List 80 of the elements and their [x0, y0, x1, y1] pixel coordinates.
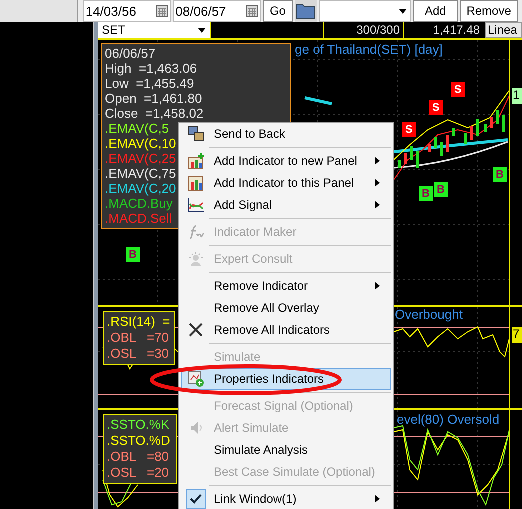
sell-signal-marker: S: [429, 100, 443, 115]
indicator-value: Low =1,455.49: [105, 76, 194, 91]
indicator-value: .EMAV(C,10: [105, 136, 176, 151]
indicator-value: .SSTO.%K: [107, 417, 170, 433]
indicator-value: High =1,463.06: [105, 61, 198, 76]
indicator-value: .OSL =20: [107, 465, 170, 481]
calendar-icon[interactable]: [156, 5, 168, 17]
candlestick: [416, 151, 419, 168]
menu-item[interactable]: Remove All Indicators: [181, 319, 391, 341]
function-icon: [188, 224, 204, 240]
bar-chart-plus-icon: [188, 153, 204, 169]
candlestick: [496, 110, 499, 124]
indicator-value: Close =1,458.02: [105, 106, 204, 121]
buy-signal-marker: B: [419, 186, 433, 201]
menu-item[interactable]: Remove All Overlay: [181, 297, 391, 319]
buy-signal-marker: B: [493, 167, 507, 182]
candlestick: [434, 137, 437, 148]
indicator-value: .RSI(14) =: [107, 314, 170, 330]
candlestick: [490, 117, 493, 128]
scale-mode-button[interactable]: Linea: [485, 22, 522, 38]
menu-item[interactable]: Link Window(1): [181, 488, 391, 509]
indicator-value: .OBL =70: [107, 330, 170, 346]
buy-signal-marker: B: [434, 182, 448, 197]
indicator-value: Open =1,461.80: [105, 91, 202, 106]
end-date-field[interactable]: 08/06/57: [172, 0, 260, 22]
indicator-value: .OBL =80: [107, 449, 170, 465]
candlestick: [476, 119, 479, 136]
indicator-value: .EMAV(C,5: [105, 121, 170, 136]
sparkle-icon: [188, 251, 204, 267]
panel-title: evel(80) Oversold: [397, 412, 500, 427]
menu-item[interactable]: Add Signal: [181, 194, 391, 216]
candlestick: [428, 144, 431, 152]
candlestick: [464, 133, 467, 144]
folder-icon[interactable]: [295, 0, 318, 22]
caret-icon: [198, 28, 206, 32]
sell-signal-marker: S: [451, 82, 465, 97]
panel-title: Overbought: [395, 307, 463, 322]
properties-icon: [188, 371, 204, 387]
start-date-field[interactable]: 14/03/56: [82, 0, 171, 22]
menu-item[interactable]: Remove Indicator: [181, 275, 391, 297]
indicator-value: .OSL =30: [107, 346, 170, 362]
indicator-value: .EMAV(C,75: [105, 166, 176, 181]
candlestick: [404, 153, 407, 164]
menu-item[interactable]: Add Indicator to new Panel: [181, 150, 391, 172]
speaker-icon: [188, 420, 204, 436]
indicator-value: 06/06/57: [105, 46, 156, 61]
candlestick: [484, 124, 487, 132]
menu-item[interactable]: Simulate Analysis: [181, 439, 391, 461]
candlestick: [452, 128, 455, 136]
moving-average-line: [304, 96, 332, 106]
symbol-dropdown[interactable]: SET: [98, 22, 210, 38]
indicator-value: .MACD.Sell: [105, 211, 172, 226]
candlestick: [502, 115, 505, 132]
line-chart-icon: [188, 197, 204, 213]
indicator-value: .EMAV(C,25: [105, 151, 176, 166]
axis-value-label: 7: [512, 327, 522, 343]
candlestick: [440, 142, 443, 156]
last-price: 1,417.48: [403, 22, 483, 38]
go-button[interactable]: Go: [262, 0, 294, 22]
indicator-value: .MACD.Buy: [105, 196, 173, 211]
candlestick: [470, 126, 473, 140]
sell-signal-marker: S: [402, 122, 416, 137]
layers-icon: [188, 126, 204, 142]
buy-signal-marker: B: [126, 247, 140, 262]
caret-icon: [399, 8, 408, 14]
menu-item[interactable]: Add Indicator to this Panel: [181, 172, 391, 194]
indicator-value: .EMAV(C,20: [105, 181, 176, 196]
add-button[interactable]: Add: [413, 0, 458, 22]
bar-count: 300/300: [323, 22, 403, 38]
close-icon: [188, 322, 204, 338]
remove-button[interactable]: Remove: [460, 0, 518, 22]
calendar-icon[interactable]: [246, 5, 258, 17]
indicator-value: .SSTO.%D: [107, 433, 170, 449]
axis-value-label: 1: [512, 88, 522, 104]
menu-item[interactable]: Send to Back: [181, 123, 391, 145]
candlestick: [410, 146, 413, 160]
candlestick: [398, 160, 401, 168]
candlestick: [446, 135, 449, 152]
bar-chart-icon: [188, 175, 204, 191]
chart-title: ge of Thailand(SET) [day]: [295, 42, 443, 57]
